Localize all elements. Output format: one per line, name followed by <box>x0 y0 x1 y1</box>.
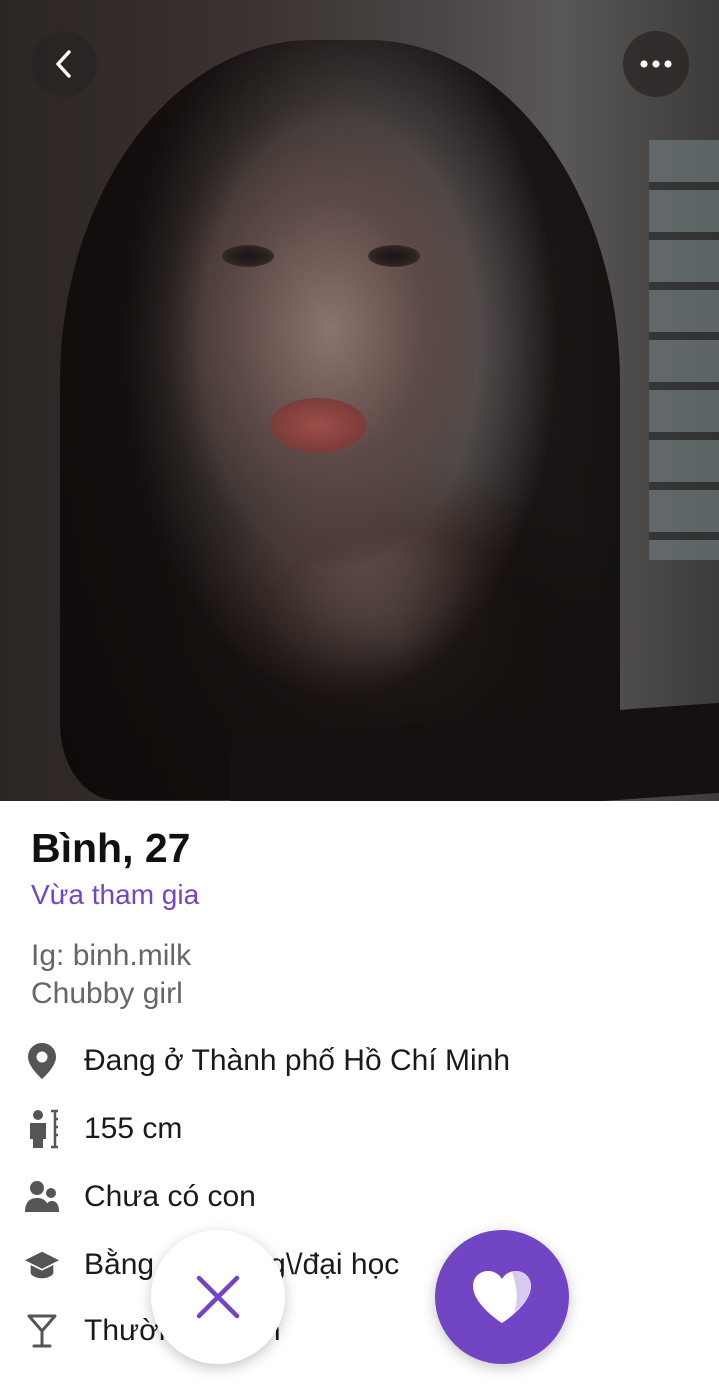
height-icon <box>24 1109 60 1149</box>
more-options-button[interactable] <box>623 31 689 97</box>
location-pin-icon <box>24 1041 60 1081</box>
bio-line-instagram: Ig: binh.milk <box>31 939 192 972</box>
photo-background-window <box>649 140 719 560</box>
education-icon <box>24 1245 60 1285</box>
photo-lips <box>270 398 366 452</box>
cocktail-icon <box>24 1311 60 1351</box>
detail-children: Chưa có con <box>24 1171 704 1223</box>
detail-height: 155 cm <box>24 1103 704 1155</box>
more-dots-icon <box>640 60 672 68</box>
profile-name-age: Bình, 27 <box>31 825 191 871</box>
detail-children-text: Chưa có con <box>84 1180 256 1213</box>
photo-eye-right <box>368 245 420 267</box>
detail-education: Bằng cao đẳng\/đại học <box>24 1239 704 1291</box>
dislike-button[interactable] <box>151 1230 285 1364</box>
like-button[interactable] <box>435 1230 569 1364</box>
chevron-left-icon <box>56 50 71 78</box>
profile-bio: Ig: binh.milk Chubby girl <box>31 937 191 1013</box>
photo-eye-left <box>222 245 274 267</box>
detail-height-text: 155 cm <box>84 1112 183 1145</box>
detail-drinking: Thường xuyên <box>24 1305 704 1357</box>
heart-icon <box>473 1271 531 1323</box>
profile-photo[interactable] <box>0 0 719 801</box>
detail-location-text: Đang ở Thành phố Hồ Chí Minh <box>84 1044 511 1077</box>
profile-status: Vừa tham gia <box>31 879 200 910</box>
people-icon <box>24 1177 60 1217</box>
close-icon <box>196 1275 240 1319</box>
back-button[interactable] <box>31 31 97 97</box>
detail-location: Đang ở Thành phố Hồ Chí Minh <box>24 1035 704 1087</box>
bio-line-description: Chubby girl <box>31 977 183 1010</box>
